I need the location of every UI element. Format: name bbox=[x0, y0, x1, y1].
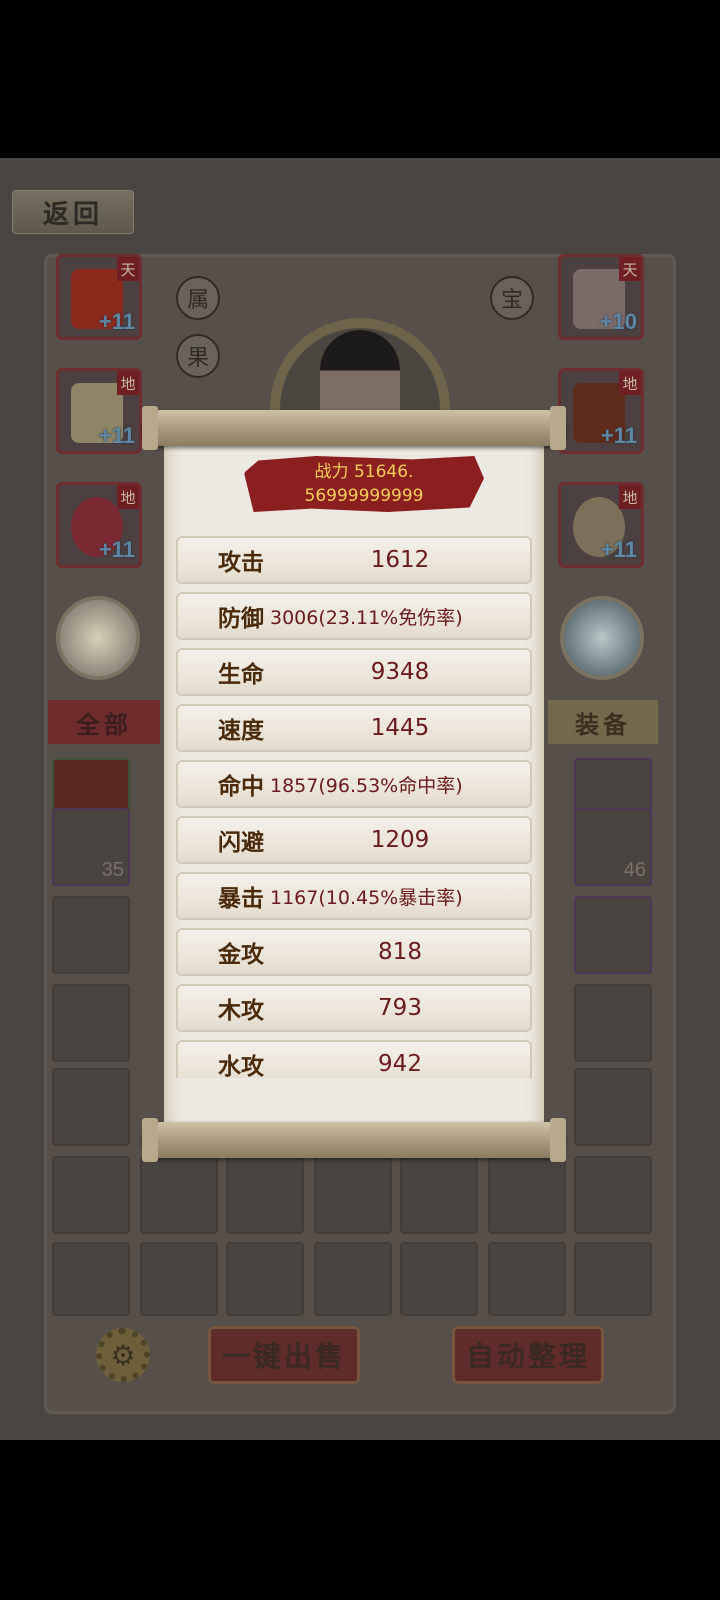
stat-label: 暴击 bbox=[218, 885, 264, 912]
stat-row-accuracy: 命中 1857(96.53%命中率) bbox=[176, 760, 532, 808]
stat-label: 防御 bbox=[218, 605, 264, 632]
equip-slot-scroll[interactable]: 地 +11 bbox=[56, 368, 142, 454]
sell-all-button[interactable]: 一键出售 bbox=[208, 1326, 360, 1384]
equip-slot-talisman[interactable]: 地 +11 bbox=[56, 482, 142, 568]
stat-row-wood-attack: 木攻 793 bbox=[176, 984, 532, 1032]
equip-slot-ring[interactable]: 地 +11 bbox=[558, 482, 644, 568]
settings-gear-icon[interactable]: ⚙ bbox=[96, 1328, 150, 1382]
stat-row-attack: 攻击 1612 bbox=[176, 536, 532, 584]
stat-row-defense: 防御 3006(23.11%免伤率) bbox=[176, 592, 532, 640]
inventory-slot[interactable] bbox=[400, 1156, 478, 1234]
inventory-slot[interactable] bbox=[52, 1156, 130, 1234]
inventory-slot[interactable] bbox=[574, 984, 652, 1062]
stat-row-metal-attack: 金攻 818 bbox=[176, 928, 532, 976]
inventory-slot[interactable] bbox=[488, 1242, 566, 1316]
grade-badge: 地 bbox=[619, 485, 641, 509]
equip-slot-armor[interactable]: 天 +10 bbox=[558, 254, 644, 340]
orb-left-icon[interactable] bbox=[56, 596, 140, 680]
scroll-top-rod bbox=[142, 406, 566, 450]
character-avatar bbox=[320, 330, 400, 420]
stat-value: 1857(96.53%命中率) bbox=[270, 774, 463, 797]
combat-power-line2: 56999999999 bbox=[304, 486, 424, 506]
fruit-button[interactable]: 果 bbox=[176, 334, 220, 378]
treasure-button[interactable]: 宝 bbox=[490, 276, 534, 320]
enhance-level: +11 bbox=[600, 423, 637, 448]
inventory-slot[interactable] bbox=[574, 1068, 652, 1146]
item-count: 46 bbox=[623, 859, 646, 881]
inventory-slot[interactable] bbox=[226, 1242, 304, 1316]
stat-value: 3006(23.11%免伤率) bbox=[270, 606, 463, 629]
inventory-slot[interactable] bbox=[140, 1156, 218, 1234]
inventory-item[interactable] bbox=[52, 896, 130, 974]
stat-value: 1167(10.45%暴击率) bbox=[270, 886, 463, 909]
enhance-level: +11 bbox=[98, 309, 135, 334]
inventory-slot[interactable] bbox=[140, 1242, 218, 1316]
stat-label: 命中 bbox=[218, 773, 264, 800]
stat-value: 1445 bbox=[370, 715, 430, 741]
stat-value: 793 bbox=[378, 995, 422, 1021]
inventory-slot[interactable] bbox=[314, 1242, 392, 1316]
stat-row-crit: 暴击 1167(10.45%暴击率) bbox=[176, 872, 532, 920]
stats-list[interactable]: 攻击 1612 防御 3006(23.11%免伤率) 生命 9348 速度 14… bbox=[168, 530, 540, 1078]
grade-badge: 地 bbox=[117, 371, 139, 395]
inventory-item[interactable]: 35 bbox=[52, 808, 130, 886]
grade-badge: 地 bbox=[117, 485, 139, 509]
stat-label: 金攻 bbox=[218, 941, 264, 968]
equip-slot-weapon[interactable]: 天 +11 bbox=[56, 254, 142, 340]
inventory-slot[interactable] bbox=[400, 1242, 478, 1316]
stat-label: 攻击 bbox=[218, 549, 264, 576]
stat-row-dodge: 闪避 1209 bbox=[176, 816, 532, 864]
inventory-slot[interactable] bbox=[488, 1156, 566, 1234]
tab-all[interactable]: 全部 bbox=[48, 700, 160, 744]
inventory-item[interactable]: 46 bbox=[574, 808, 652, 886]
grade-badge: 地 bbox=[619, 371, 641, 395]
inventory-slot[interactable] bbox=[52, 1068, 130, 1146]
inventory-slot[interactable] bbox=[574, 1242, 652, 1316]
stat-value: 9348 bbox=[370, 659, 430, 685]
back-button[interactable]: 返回 bbox=[12, 190, 134, 234]
stat-label: 速度 bbox=[218, 717, 264, 744]
tab-equipment[interactable]: 装备 bbox=[548, 700, 658, 744]
grade-badge: 天 bbox=[619, 257, 641, 281]
stat-value: 1209 bbox=[370, 827, 430, 853]
enhance-level: +10 bbox=[599, 309, 637, 334]
stat-label: 生命 bbox=[218, 661, 264, 688]
inventory-slot[interactable] bbox=[574, 1156, 652, 1234]
orb-right-icon[interactable] bbox=[560, 596, 644, 680]
stat-value: 1612 bbox=[370, 547, 430, 573]
inventory-slot[interactable] bbox=[314, 1156, 392, 1234]
stat-row-water-attack: 水攻 942 bbox=[176, 1040, 532, 1078]
attribute-button[interactable]: 属 bbox=[176, 276, 220, 320]
inventory-item[interactable] bbox=[574, 896, 652, 974]
stat-value: 942 bbox=[378, 1051, 422, 1077]
item-count: 35 bbox=[101, 859, 124, 881]
enhance-level: +11 bbox=[600, 537, 637, 562]
stat-value: 818 bbox=[378, 939, 422, 965]
enhance-level: +11 bbox=[98, 423, 135, 448]
stat-row-speed: 速度 1445 bbox=[176, 704, 532, 752]
inventory-slot[interactable] bbox=[52, 1242, 130, 1316]
equip-slot-helm[interactable]: 地 +11 bbox=[558, 368, 644, 454]
stat-label: 木攻 bbox=[218, 997, 264, 1024]
auto-sort-button[interactable]: 自动整理 bbox=[452, 1326, 604, 1384]
stat-row-hp: 生命 9348 bbox=[176, 648, 532, 696]
scroll-bottom-rod bbox=[142, 1118, 566, 1162]
combat-power-line1: 战力 51646. bbox=[314, 462, 414, 482]
inventory-slot[interactable] bbox=[226, 1156, 304, 1234]
grade-badge: 天 bbox=[117, 257, 139, 281]
inventory-item[interactable] bbox=[52, 984, 130, 1062]
stat-label: 闪避 bbox=[218, 829, 264, 856]
combat-power-text: 战力 51646. 56999999999 bbox=[244, 456, 484, 512]
enhance-level: +11 bbox=[98, 537, 135, 562]
stat-label: 水攻 bbox=[218, 1053, 264, 1078]
